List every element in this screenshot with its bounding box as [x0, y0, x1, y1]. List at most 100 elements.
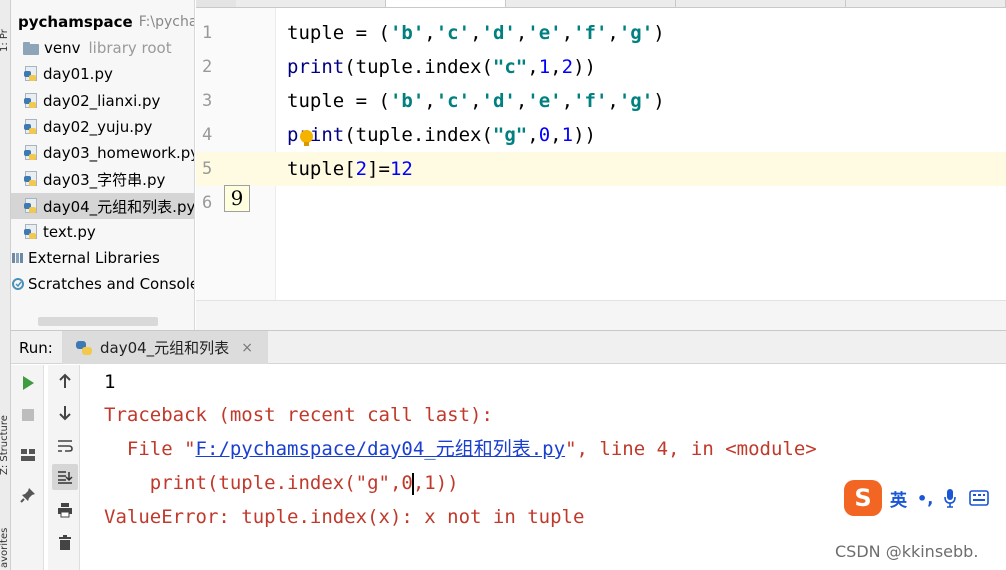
code-token: , [424, 90, 436, 112]
close-icon[interactable]: × [241, 340, 253, 356]
favorites-tool-tab[interactable]: avorites [0, 518, 11, 568]
tree-item-label: day03_homework.py [43, 144, 195, 162]
print-button[interactable] [52, 497, 78, 523]
code-token: , [424, 22, 436, 44]
clear-all-button[interactable] [52, 530, 78, 556]
editor-tab-active[interactable] [386, 0, 506, 7]
project-tool-tab[interactable]: 1: Pr [0, 4, 11, 52]
console-output[interactable]: 1 Traceback (most recent call last): Fil… [104, 365, 1004, 570]
tree-item-label: day04_元组和列表.py [43, 197, 195, 216]
stop-icon [22, 409, 34, 421]
line-number: 1 [202, 23, 213, 43]
scroll-down-button[interactable] [52, 400, 78, 426]
code-token: 'd' [481, 90, 516, 112]
editor-tab[interactable] [846, 0, 1006, 7]
code-token: 0 [538, 124, 551, 146]
keyboard-icon[interactable] [969, 490, 990, 506]
tree-item-venv[interactable]: venv library root [11, 35, 194, 61]
code-line[interactable]: 5 tuple[2]=12 [196, 152, 1006, 186]
code-token: print [287, 124, 345, 146]
code-token: , [527, 124, 539, 146]
code-token: , [550, 124, 562, 146]
console-line-error: print(tuple.index("g",0,1)) [104, 472, 459, 495]
tree-item-file[interactable]: day02_yuju.py [11, 114, 194, 140]
tree-item-file[interactable]: day03_homework.py [11, 140, 195, 166]
code-line[interactable]: 3 tuple = ('b','c','d','e','f','g') [196, 84, 1006, 118]
ime-toolbar[interactable]: S 英 •, [844, 478, 1006, 518]
code-text: print(tuple.index("g",0,1)) [287, 118, 596, 152]
run-label: Run: [19, 339, 53, 357]
stop-button[interactable] [15, 402, 41, 428]
console-line-error: ValueError: tuple.index(x): x not in tup… [104, 506, 585, 528]
code-token: 'd' [481, 22, 516, 44]
tree-item-label: day02_yuju.py [43, 118, 153, 136]
intention-bulb-icon[interactable] [300, 130, 313, 146]
tree-horizontal-scrollbar[interactable] [38, 317, 158, 326]
scroll-to-end-icon [58, 471, 73, 484]
run-tab[interactable]: day04_元组和列表 × [62, 331, 268, 364]
code-line[interactable]: 1 tuple = ('b','c','d','e','f','g') [196, 16, 1006, 50]
code-line[interactable]: 2 print(tuple.index("c",1,2)) [196, 50, 1006, 84]
console-line-error: Traceback (most recent call last): [104, 404, 493, 426]
code-token: 'e' [527, 22, 562, 44]
rerun-button[interactable] [15, 370, 41, 396]
ime-punctuation-toggle[interactable]: •, [917, 489, 933, 508]
scroll-to-end-button[interactable] [52, 464, 78, 490]
soft-wrap-button[interactable] [52, 433, 78, 459]
code-token: , [470, 22, 482, 44]
editor-tab[interactable] [676, 0, 846, 7]
tree-root[interactable]: pychamspace F:\pychar [11, 9, 194, 35]
code-token: 'f' [573, 22, 608, 44]
code-token: (tuple.index( [344, 124, 493, 146]
tree-item-label: venv [44, 39, 81, 57]
code-token: 'g' [618, 90, 654, 112]
code-token: 2 [561, 56, 574, 78]
run-tab-label: day04_元组和列表 [100, 339, 230, 357]
folder-icon [23, 41, 39, 55]
tree-item-file[interactable]: day01.py [11, 61, 194, 87]
code-token: 1 [561, 124, 574, 146]
structure-tool-tab[interactable]: Z: Structure [0, 395, 11, 475]
microphone-icon[interactable] [943, 488, 957, 508]
code-token: , [527, 56, 539, 78]
code-token: ]= [367, 158, 390, 180]
tree-item-label: text.py [43, 223, 96, 241]
code-token: 'e' [527, 90, 562, 112]
line-number: 2 [202, 57, 213, 77]
code-token: ) [653, 90, 665, 112]
sogou-ime-logo[interactable]: S [844, 480, 882, 516]
play-icon [23, 376, 34, 390]
traceback-file-link[interactable]: F:/pychamspace/day04_元组和列表.py [196, 438, 566, 460]
project-name: pychamspace [18, 13, 133, 31]
code-editor[interactable]: 1 tuple = ('b','c','d','e','f','g') 2 print… [196, 0, 1006, 330]
code-text: print(tuple.index("c",1,2)) [287, 50, 596, 84]
line-number: 4 [202, 125, 213, 145]
scratches-icon [12, 278, 24, 290]
python-file-icon [24, 93, 38, 109]
tree-item-file[interactable]: day03_字符串.py [11, 166, 194, 192]
pin-icon [20, 488, 35, 503]
restore-layout-button[interactable] [15, 442, 41, 468]
code-token: 1 [538, 56, 551, 78]
code-token: , [607, 22, 619, 44]
ime-language-toggle[interactable]: 英 [890, 486, 907, 511]
editor-tab[interactable] [236, 0, 386, 7]
tree-item-hint: library root [88, 39, 172, 57]
code-line[interactable]: 6 [196, 186, 1006, 220]
tree-item-file[interactable]: day02_lianxi.py [11, 88, 194, 114]
code-token: 'c' [435, 90, 471, 112]
code-token: 'b' [389, 90, 425, 112]
watermark: CSDN @kkinsebb. [835, 542, 979, 561]
code-token: 'g' [618, 22, 654, 44]
tree-item-file[interactable]: text.py [11, 219, 194, 245]
editor-tab[interactable] [506, 0, 676, 7]
scroll-up-button[interactable] [52, 368, 78, 394]
tree-item-external-libraries[interactable]: External Libraries [11, 245, 194, 271]
tree-item-file-selected[interactable]: day04_元组和列表.py [11, 193, 195, 219]
code-token: tuple = ( [287, 90, 390, 112]
code-line[interactable]: 4 print(tuple.index("g",0,1)) [196, 118, 1006, 152]
tool-window-strip: 1: Pr Z: Structure avorites [0, 0, 11, 570]
code-token: 'c' [435, 22, 471, 44]
tree-item-scratches[interactable]: Scratches and Consoles [11, 271, 194, 297]
pin-button[interactable] [15, 482, 41, 508]
